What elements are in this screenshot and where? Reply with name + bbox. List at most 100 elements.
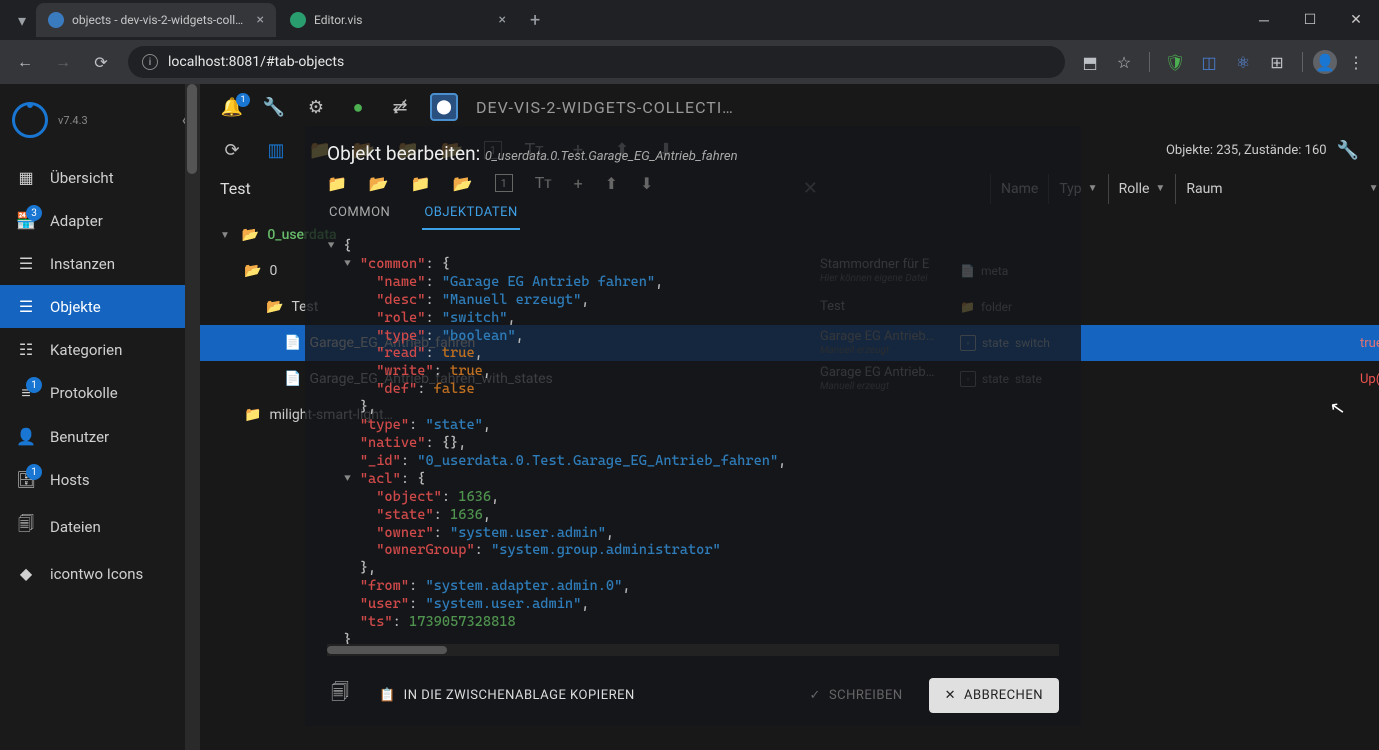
shield-ext-icon[interactable]: 🛡 — [1160, 47, 1190, 77]
stats-label: Objekte: 235, Zustände: 160 — [1166, 143, 1327, 158]
history-dropdown[interactable]: ▾ — [8, 11, 36, 30]
file-icon: 📄 — [284, 335, 301, 351]
close-window-button[interactable]: ✕ — [1333, 0, 1379, 40]
folder-open-icon: 📂 — [266, 299, 283, 315]
tree-row[interactable]: 📂TestTest📁folder664✎🗑 — [200, 289, 1379, 325]
tree-row[interactable]: ▼📂0_userdata—🗑 — [200, 217, 1379, 253]
close-tab-icon[interactable]: × — [499, 12, 506, 28]
folder-open-icon: 📂 — [244, 263, 261, 279]
row-value[interactable]: Up(true) — [1360, 372, 1379, 387]
tree-row[interactable]: 📁milight-smart-light…—🗑 — [200, 397, 1379, 433]
row-name: Garage_EG_Antrieb_fahren_with_states — [309, 371, 552, 387]
iobroker-logo-icon — [12, 102, 48, 138]
browser-toolbar: ← → ⟳ i localhost:8081/#tab-objects ⬒ ☆ … — [0, 40, 1379, 84]
folder-alt2-icon[interactable]: 📂 — [440, 140, 464, 161]
reload-button[interactable]: ⟳ — [84, 45, 118, 79]
filter-row: Test ✕ Name Typ▼ Rolle▼ Raum▼ — [200, 170, 1379, 211]
sidebar-label: Protokolle — [50, 384, 118, 402]
row-desc: Stammordner für EHier können eigene Date… — [820, 258, 929, 283]
host-logo-icon[interactable]: ⬤ — [430, 93, 458, 121]
sync-off-icon[interactable]: ⇄̸ — [388, 97, 412, 118]
sidebar-label: Dateien — [50, 518, 101, 536]
maximize-button[interactable]: ☐ — [1287, 0, 1333, 40]
address-bar[interactable]: i localhost:8081/#tab-objects — [128, 46, 1065, 78]
sidebar-item-files[interactable]: 🗐 Dateien — [0, 501, 199, 552]
folder-icon: 📁 — [244, 407, 261, 423]
layers-icon: ☰ — [16, 254, 36, 273]
row-value[interactable]: true — [1360, 336, 1379, 351]
sidebar-label: Adapter — [50, 212, 103, 230]
dropdown-icon: ▼ — [1369, 183, 1379, 194]
folder-open-icon[interactable]: 📂 — [352, 140, 376, 161]
grid-icon: ▦ — [16, 168, 36, 187]
sidebar-scrollbar[interactable] — [185, 84, 199, 750]
refresh-icon[interactable]: ⟳ — [220, 140, 244, 161]
sidebar-item-hosts[interactable]: 🗄1 Hosts — [0, 458, 199, 501]
folder-alt-icon[interactable]: 📁 — [396, 140, 420, 161]
row-name: milight-smart-light… — [269, 407, 393, 423]
tree-row[interactable]: 📄Garage_EG_Antrieb_fahrenGarage EG Antri… — [200, 325, 1379, 361]
objects-toolbar: ⟳ ▥ 📁 📂 📁 📂 1 Tᴛ + ⬆ ⬇ Objekte: 235, Zus… — [200, 130, 1379, 170]
sidebar-label: Instanzen — [50, 255, 115, 273]
forward-button[interactable]: → — [46, 45, 80, 79]
hosts-icon: 🗄1 — [16, 470, 36, 489]
header-role[interactable]: Rolle▼ — [1108, 174, 1176, 204]
row-name: 0 — [269, 263, 277, 279]
status-icon[interactable]: ● — [346, 97, 370, 118]
object-tree: ▼📂0_userdata—🗑 📂 0 Stammordner für EHier kö… — [200, 211, 1379, 439]
row-desc: Test — [820, 300, 845, 314]
new-tab-button[interactable]: + — [520, 10, 550, 31]
header-type[interactable]: Typ▼ — [1048, 174, 1107, 204]
plugin-icon: ◆ — [16, 564, 36, 583]
expand-icon[interactable]: ▼ — [220, 230, 230, 241]
wrench-icon[interactable]: 🔧 — [262, 97, 286, 118]
extensions-icon[interactable]: ⊞ — [1262, 47, 1292, 77]
row-name: 0_userdata — [267, 227, 336, 243]
sidebar-item-objects[interactable]: ☰ Objekte — [0, 285, 199, 328]
site-info-icon[interactable]: i — [142, 54, 158, 70]
tab-objects[interactable]: objects - dev-vis-2-widgets-coll… × — [36, 3, 276, 37]
user-icon: 👤 — [16, 427, 36, 446]
separator — [1149, 52, 1150, 72]
list-icon: ☰ — [16, 297, 36, 316]
version-label: v7.4.3 — [58, 114, 88, 127]
header-name[interactable]: Name — [990, 174, 1048, 204]
row-name: Garage_EG_Antrieb_fahren — [309, 335, 475, 351]
back-button[interactable]: ← — [8, 45, 42, 79]
profile-icon[interactable]: 👤 — [1313, 50, 1337, 74]
sidebar-item-overview[interactable]: ▦ Übersicht — [0, 156, 199, 199]
text-icon[interactable]: Tᴛ — [522, 140, 546, 161]
header-room[interactable]: Raum▼ — [1175, 174, 1379, 204]
download-icon[interactable]: ⬇ — [654, 140, 678, 161]
sidebar-header: v7.4.3 ‹ — [0, 84, 199, 156]
row-type: 📄meta — [960, 264, 1008, 278]
sidebar-item-users[interactable]: 👤 Benutzer — [0, 415, 199, 458]
sidebar-item-instances[interactable]: ☰ Instanzen — [0, 242, 199, 285]
columns-icon[interactable]: ▥ — [264, 140, 288, 161]
tree-row[interactable]: 📄Garage_EG_Antrieb_fahren_with_statesGar… — [200, 361, 1379, 397]
close-tab-icon[interactable]: × — [257, 12, 264, 28]
host-title: DEV-VIS-2-WIDGETS-COLLECTI… — [476, 98, 734, 117]
sidebar-item-categories[interactable]: ☷ Kategorien — [0, 328, 199, 371]
upload-icon[interactable]: ⬆ — [610, 140, 634, 161]
react-ext-icon[interactable]: ⚛ — [1228, 47, 1258, 77]
install-app-icon[interactable]: ⬒ — [1075, 47, 1105, 77]
sidebar-item-icons[interactable]: ◆ icontwo Icons — [0, 552, 199, 595]
notifications-icon[interactable]: 🔔1 — [220, 97, 244, 118]
iobroker-favicon — [48, 12, 64, 28]
add-icon[interactable]: + — [566, 140, 590, 161]
one-icon[interactable]: 1 — [484, 141, 502, 159]
sidebar-item-logs[interactable]: ≡1 Protokolle — [0, 371, 199, 415]
sidebar-label: icontwo Icons — [50, 565, 143, 583]
tab-editor[interactable]: Editor.vis × — [278, 3, 518, 37]
bookmark-icon[interactable]: ☆ — [1109, 47, 1139, 77]
folder-icon[interactable]: 📁 — [308, 140, 332, 161]
minimize-button[interactable]: ─ — [1241, 0, 1287, 40]
settings-wrench-icon[interactable]: 🔧 — [1337, 140, 1359, 161]
sidebar-item-adapter[interactable]: 🏪3 Adapter — [0, 199, 199, 242]
password-ext-icon[interactable]: ◫ — [1194, 47, 1224, 77]
gear-icon[interactable]: ⚙ — [304, 97, 328, 118]
tree-row[interactable]: 📂 0 Stammordner für EHier können eigene Da… — [200, 253, 1379, 289]
menu-icon[interactable]: ⋮ — [1341, 47, 1371, 77]
logs-badge: 1 — [26, 377, 42, 393]
